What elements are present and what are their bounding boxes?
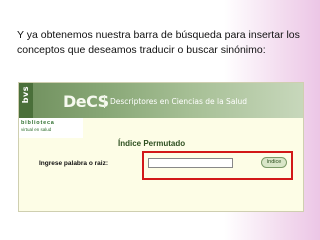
brand-line-1: biblioteca (21, 120, 55, 126)
page-title: Índice Permutado (118, 139, 186, 148)
decs-divider (104, 95, 105, 108)
bvs-logo-text: bvs (21, 86, 30, 104)
decs-subtitle: Descriptores en Ciencias de la Salud (110, 97, 248, 106)
slide-caption: Y ya obtenemos nuestra barra de búsqueda… (17, 29, 300, 56)
search-label: Ingrese palabra o raiz: (39, 160, 108, 167)
bvs-logo: bvs (19, 83, 33, 118)
brand-line-2: virtual en salud (21, 127, 52, 132)
decs-screenshot: bvs DeCS Descriptores en Ciencias de la … (18, 82, 304, 212)
decs-logo: DeCS (63, 92, 109, 111)
highlight-box (142, 151, 293, 180)
